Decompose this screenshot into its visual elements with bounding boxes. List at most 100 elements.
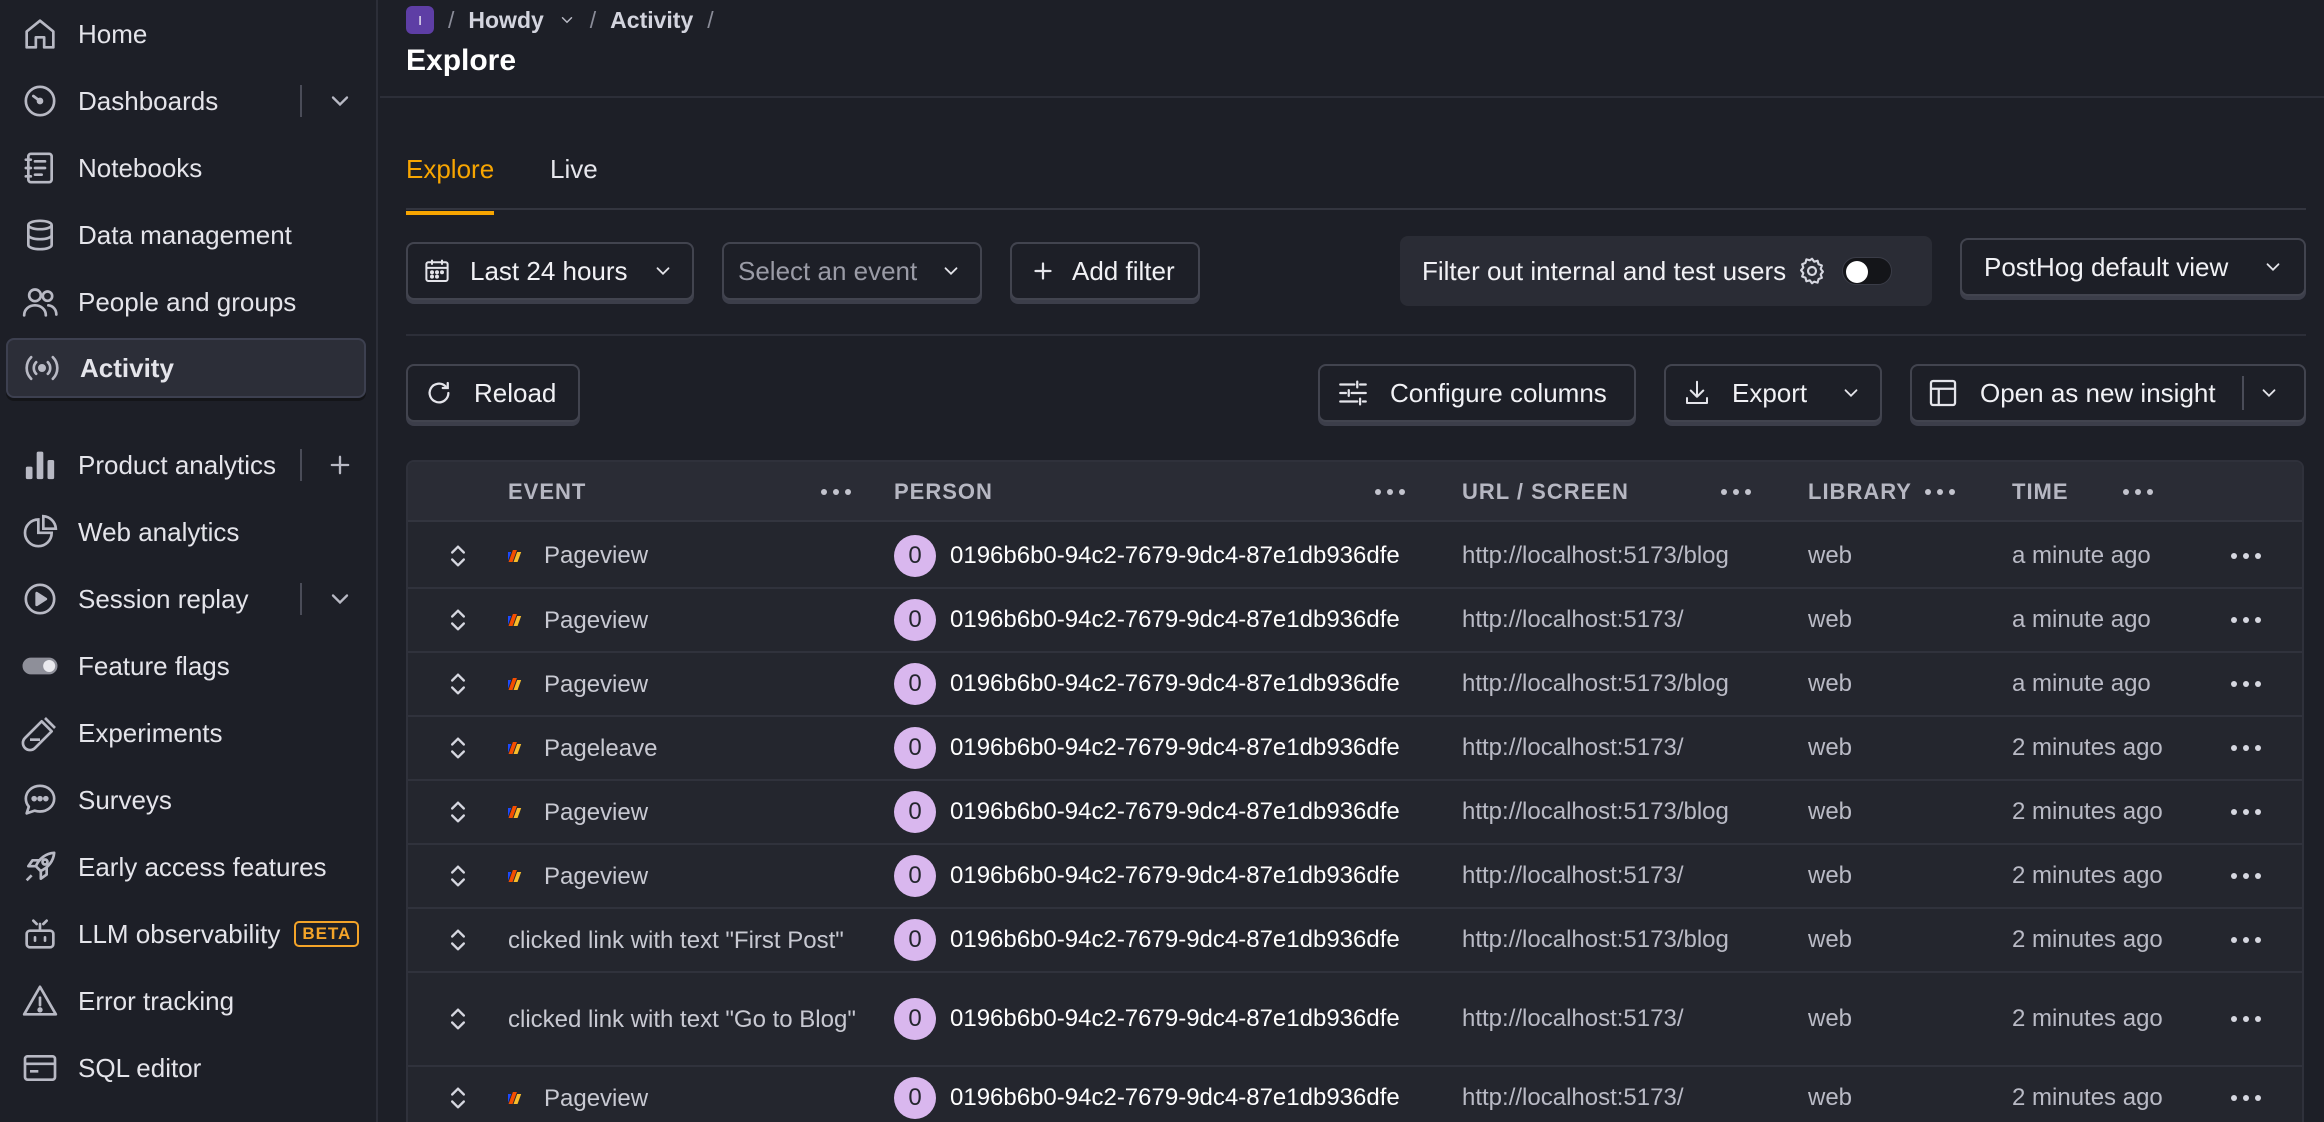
event-name[interactable]: Pageview <box>544 537 648 574</box>
sidebar-item-label: Error tracking <box>78 985 235 1016</box>
sidebar-item-llm-observability[interactable]: LLM observability BETA <box>6 904 366 964</box>
sidebar-item-early-access-features[interactable]: Early access features <box>6 837 366 897</box>
event-name[interactable]: clicked link with text "First Post" <box>508 922 844 959</box>
sidebar-item-activity[interactable]: Activity <box>6 338 366 398</box>
sidebar-item-home[interactable]: Home <box>6 4 366 64</box>
date-range-button[interactable]: Last 24 hours <box>406 242 694 300</box>
add-filter-button[interactable]: Add filter <box>1010 242 1200 300</box>
table-row[interactable]: Pageview 0 0196b6b0-94c2-7679-9dc4-87e1d… <box>408 1067 2302 1122</box>
column-header-time[interactable]: TIME <box>2012 462 2069 522</box>
person-cell[interactable]: 0 0196b6b0-94c2-7679-9dc4-87e1db936dfe <box>894 781 1400 843</box>
expand-row-icon[interactable] <box>444 589 472 651</box>
expand-row-icon[interactable] <box>444 524 472 587</box>
table-row[interactable]: Pageview 0 0196b6b0-94c2-7679-9dc4-87e1d… <box>408 781 2302 845</box>
event-name[interactable]: Pageview <box>544 602 648 639</box>
sidebar-item-error-tracking[interactable]: Error tracking <box>6 971 366 1031</box>
table-row[interactable]: Pageview 0 0196b6b0-94c2-7679-9dc4-87e1d… <box>408 845 2302 909</box>
gear-icon[interactable] <box>1796 255 1828 287</box>
person-id: 0196b6b0-94c2-7679-9dc4-87e1db936dfe <box>950 1005 1400 1032</box>
tab-explore[interactable]: Explore <box>406 154 495 215</box>
sidebar-item-product-analytics[interactable]: Product analytics <box>6 435 366 495</box>
row-menu-icon[interactable] <box>2226 973 2266 1065</box>
person-cell[interactable]: 0 0196b6b0-94c2-7679-9dc4-87e1db936dfe <box>894 653 1400 715</box>
person-cell[interactable]: 0 0196b6b0-94c2-7679-9dc4-87e1db936dfe <box>894 845 1400 907</box>
sidebar-item-people-and-groups[interactable]: People and groups <box>6 272 366 332</box>
row-menu-icon[interactable] <box>2226 845 2266 907</box>
chevron-down-icon[interactable] <box>326 87 354 115</box>
row-menu-icon[interactable] <box>2226 909 2266 971</box>
sidebar-item-web-analytics[interactable]: Web analytics <box>6 502 366 562</box>
plus-icon[interactable] <box>326 451 354 479</box>
expand-row-icon[interactable] <box>444 909 472 971</box>
sidebar-item-label: Web analytics <box>78 516 240 547</box>
person-id: 0196b6b0-94c2-7679-9dc4-87e1db936dfe <box>950 862 1400 889</box>
chevron-down-icon[interactable] <box>326 585 354 613</box>
sidebar-item-label: People and groups <box>78 286 297 317</box>
event-cell: clicked link with text "Go to Blog" <box>508 973 868 1065</box>
expand-row-icon[interactable] <box>444 781 472 843</box>
person-cell[interactable]: 0 0196b6b0-94c2-7679-9dc4-87e1db936dfe <box>894 1067 1400 1122</box>
column-menu-icon[interactable] <box>1370 478 1410 506</box>
sidebar-item-notebooks[interactable]: Notebooks <box>6 138 366 198</box>
column-menu-icon[interactable] <box>1920 478 1960 506</box>
person-cell[interactable]: 0 0196b6b0-94c2-7679-9dc4-87e1db936dfe <box>894 909 1400 971</box>
expand-row-icon[interactable] <box>444 1067 472 1122</box>
export-button[interactable]: Export <box>1664 364 1882 422</box>
table-row[interactable]: Pageview 0 0196b6b0-94c2-7679-9dc4-87e1d… <box>408 524 2302 589</box>
chevron-down-icon[interactable] <box>558 11 576 29</box>
event-name[interactable]: Pageview <box>544 666 648 703</box>
library-cell: web <box>1808 1005 1853 1032</box>
breadcrumb-project[interactable]: Howdy <box>468 7 543 34</box>
table-row[interactable]: clicked link with text "First Post" 0 01… <box>408 909 2302 973</box>
event-name[interactable]: Pageview <box>544 858 648 895</box>
expand-row-icon[interactable] <box>444 845 472 907</box>
sidebar-item-experiments[interactable]: Experiments <box>6 703 366 763</box>
column-menu-icon[interactable] <box>1716 478 1756 506</box>
event-select[interactable]: Select an event <box>722 242 982 300</box>
event-name[interactable]: clicked link with text "Go to Blog" <box>508 1001 856 1038</box>
event-name[interactable]: Pageview <box>544 1080 648 1117</box>
table-row[interactable]: Pageleave 0 0196b6b0-94c2-7679-9dc4-87e1… <box>408 717 2302 781</box>
sidebar-item-data-management[interactable]: Data management <box>6 205 366 265</box>
person-cell[interactable]: 0 0196b6b0-94c2-7679-9dc4-87e1db936dfe <box>894 524 1400 587</box>
sidebar-item-feature-flags[interactable]: Feature flags <box>6 636 366 696</box>
column-header-library[interactable]: LIBRARY <box>1808 462 1912 522</box>
row-menu-icon[interactable] <box>2226 781 2266 843</box>
chevron-down-icon[interactable] <box>2258 382 2280 404</box>
column-header-url[interactable]: URL / SCREEN <box>1462 462 1629 522</box>
row-menu-icon[interactable] <box>2226 717 2266 779</box>
library-cell: web <box>1808 541 1853 569</box>
tab-live[interactable]: Live <box>550 154 598 211</box>
open-as-insight-button[interactable]: Open as new insight <box>1910 364 2306 422</box>
column-menu-icon[interactable] <box>816 478 856 506</box>
person-cell[interactable]: 0 0196b6b0-94c2-7679-9dc4-87e1db936dfe <box>894 973 1400 1065</box>
expand-row-icon[interactable] <box>444 717 472 779</box>
reload-button[interactable]: Reload <box>406 364 580 422</box>
table-row[interactable]: Pageview 0 0196b6b0-94c2-7679-9dc4-87e1d… <box>408 653 2302 717</box>
expand-row-icon[interactable] <box>444 973 472 1065</box>
breadcrumb-section[interactable]: Activity <box>610 7 693 34</box>
person-cell[interactable]: 0 0196b6b0-94c2-7679-9dc4-87e1db936dfe <box>894 717 1400 779</box>
event-name[interactable]: Pageview <box>544 794 648 831</box>
person-cell[interactable]: 0 0196b6b0-94c2-7679-9dc4-87e1db936dfe <box>894 589 1400 651</box>
sidebar-item-surveys[interactable]: Surveys <box>6 770 366 830</box>
configure-columns-button[interactable]: Configure columns <box>1318 364 1636 422</box>
expand-row-icon[interactable] <box>444 653 472 715</box>
sidebar-item-dashboards[interactable]: Dashboards <box>6 71 366 131</box>
row-menu-icon[interactable] <box>2226 653 2266 715</box>
view-select[interactable]: PostHog default view <box>1960 238 2306 296</box>
table-row[interactable]: Pageview 0 0196b6b0-94c2-7679-9dc4-87e1d… <box>408 589 2302 653</box>
column-header-person[interactable]: PERSON <box>894 462 993 522</box>
event-name[interactable]: Pageleave <box>544 730 657 767</box>
internal-users-toggle[interactable] <box>1842 257 1893 285</box>
column-menu-icon[interactable] <box>2118 478 2158 506</box>
page-title: Explore <box>406 44 517 77</box>
sidebar-item-sql-editor[interactable]: SQL editor <box>6 1038 366 1098</box>
notebook-icon <box>20 148 60 188</box>
table-row[interactable]: clicked link with text "Go to Blog" 0 01… <box>408 973 2302 1067</box>
row-menu-icon[interactable] <box>2226 524 2266 587</box>
column-header-event[interactable]: EVENT <box>508 462 586 522</box>
row-menu-icon[interactable] <box>2226 589 2266 651</box>
sidebar-item-session-replay[interactable]: Session replay <box>6 569 366 629</box>
row-menu-icon[interactable] <box>2226 1067 2266 1122</box>
